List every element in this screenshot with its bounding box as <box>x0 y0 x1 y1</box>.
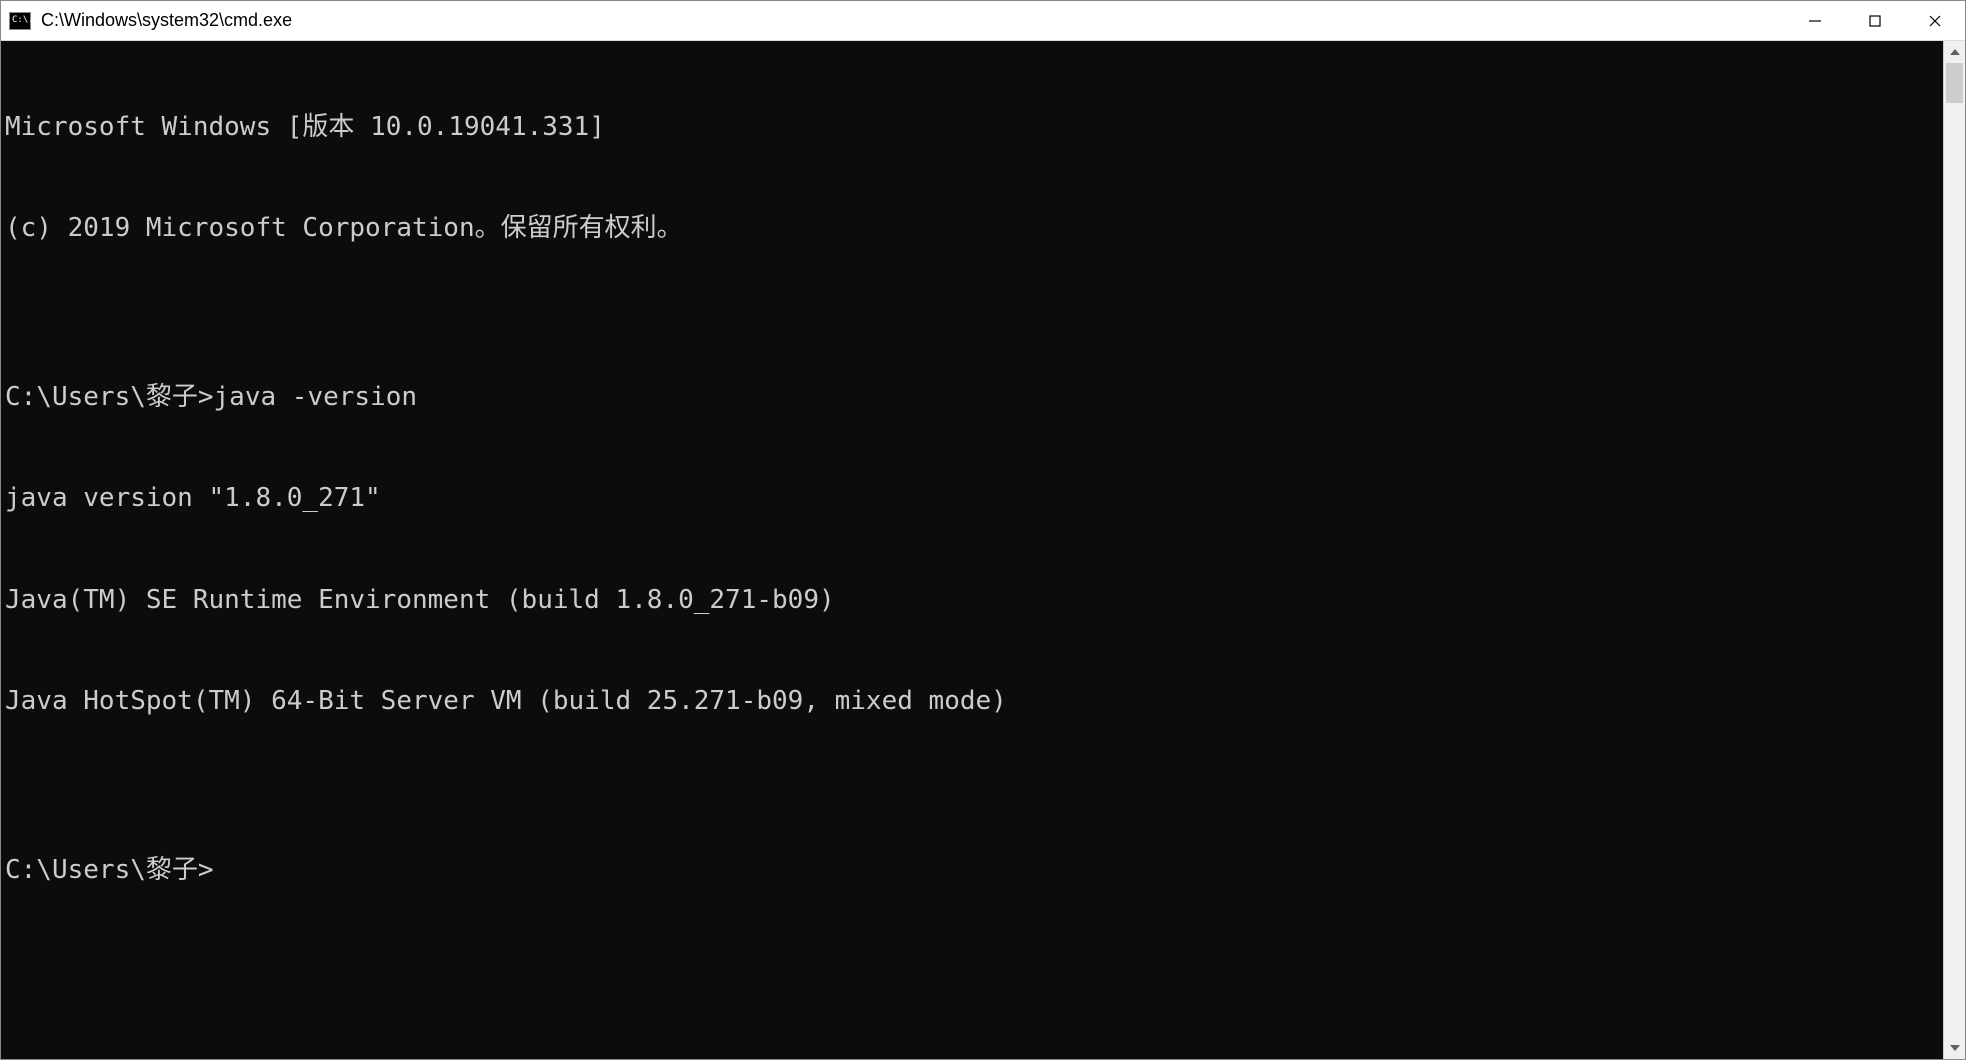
terminal-line: (c) 2019 Microsoft Corporation。保留所有权利。 <box>5 212 1939 246</box>
window-title: C:\Windows\system32\cmd.exe <box>41 10 292 31</box>
terminal-output[interactable]: Microsoft Windows [版本 10.0.19041.331] (c… <box>1 41 1943 1059</box>
scroll-up-arrow[interactable] <box>1944 41 1965 63</box>
chevron-up-icon <box>1950 49 1960 55</box>
maximize-button[interactable] <box>1845 1 1905 40</box>
scroll-thumb[interactable] <box>1946 63 1963 103</box>
terminal-line: java version "1.8.0_271" <box>5 482 1939 516</box>
scroll-track[interactable] <box>1944 63 1965 1037</box>
minimize-icon <box>1808 14 1822 28</box>
titlebar[interactable]: C:\. C:\Windows\system32\cmd.exe <box>1 1 1965 41</box>
close-button[interactable] <box>1905 1 1965 40</box>
cmd-icon: C:\. <box>9 12 31 30</box>
maximize-icon <box>1868 14 1882 28</box>
content-area: Microsoft Windows [版本 10.0.19041.331] (c… <box>1 41 1965 1059</box>
scroll-down-arrow[interactable] <box>1944 1037 1965 1059</box>
terminal-line: C:\Users\黎子> <box>5 854 1939 888</box>
terminal-line: C:\Users\黎子>java -version <box>5 381 1939 415</box>
titlebar-left: C:\. C:\Windows\system32\cmd.exe <box>1 10 292 31</box>
chevron-down-icon <box>1950 1045 1960 1051</box>
vertical-scrollbar[interactable] <box>1943 41 1965 1059</box>
terminal-line: Java HotSpot(TM) 64-Bit Server VM (build… <box>5 685 1939 719</box>
cmd-icon-text: C:\. <box>12 16 34 25</box>
minimize-button[interactable] <box>1785 1 1845 40</box>
close-icon <box>1928 14 1942 28</box>
cmd-window: C:\. C:\Windows\system32\cmd.exe Microso… <box>0 0 1966 1060</box>
terminal-line: Microsoft Windows [版本 10.0.19041.331] <box>5 111 1939 145</box>
window-controls <box>1785 1 1965 40</box>
terminal-line: Java(TM) SE Runtime Environment (build 1… <box>5 584 1939 618</box>
